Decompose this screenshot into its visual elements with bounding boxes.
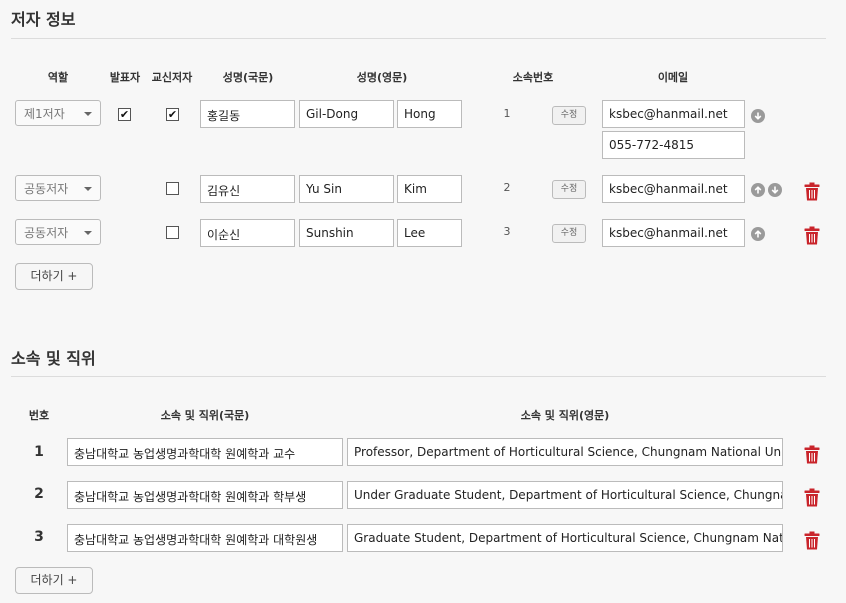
affiliation-kr-input[interactable]: 충남대학교 농업생명과학대학 원예학과 대학원생	[67, 524, 343, 552]
presenter-checkbox[interactable]: ✔	[118, 108, 131, 121]
col-header-presenter: 발표자	[109, 71, 141, 84]
last-name-en-input[interactable]: Lee	[397, 219, 462, 247]
affiliation-number: 2	[503, 181, 511, 194]
email-input[interactable]: ksbec@hanmail.net	[602, 219, 745, 247]
role-select-value: 공동저자	[24, 226, 69, 240]
corresponding-checkbox[interactable]	[166, 226, 179, 239]
name-kr-input[interactable]: 홍길동	[200, 100, 295, 128]
col-header-name-kr: 성명(국문)	[222, 71, 274, 84]
affiliation-section-title: 소속 및 직위	[11, 349, 96, 368]
first-name-en-input[interactable]: Sunshin	[299, 219, 394, 247]
col-header-email: 이메일	[657, 71, 689, 84]
chevron-down-icon	[84, 187, 92, 191]
trash-icon[interactable]	[804, 488, 820, 507]
name-kr-input[interactable]: 이순신	[200, 219, 295, 247]
email-input[interactable]: ksbec@hanmail.net	[602, 175, 745, 203]
divider	[11, 376, 826, 377]
col-header-affiliation-no: 소속번호	[512, 71, 554, 84]
first-name-en-input[interactable]: Yu Sin	[299, 175, 394, 203]
first-name-en-input[interactable]: Gil-Dong	[299, 100, 394, 128]
role-select[interactable]: 공동저자	[15, 175, 101, 201]
chevron-down-icon	[84, 112, 92, 116]
affiliation-en-input[interactable]: Under Graduate Student, Department of Ho…	[347, 481, 783, 509]
last-name-en-input[interactable]: Kim	[397, 175, 462, 203]
role-select-value: 공동저자	[24, 182, 69, 196]
trash-icon[interactable]	[804, 445, 820, 464]
col-header-affiliation-kr: 소속 및 직위(국문)	[160, 409, 250, 422]
affiliation-en-input[interactable]: Professor, Department of Horticultural S…	[347, 438, 783, 466]
phone-input[interactable]: 055-772-4815	[602, 131, 745, 159]
col-header-number: 번호	[28, 409, 50, 422]
affiliation-number: 3	[34, 529, 44, 545]
add-author-button[interactable]: 더하기 +	[15, 263, 93, 290]
affiliation-number: 1	[34, 444, 44, 460]
edit-affiliation-button[interactable]: 수정	[552, 180, 586, 199]
trash-icon[interactable]	[804, 226, 820, 245]
edit-affiliation-button[interactable]: 수정	[552, 106, 586, 125]
chevron-down-icon	[84, 231, 92, 235]
affiliation-kr-input[interactable]: 충남대학교 농업생명과학대학 원예학과 학부생	[67, 481, 343, 509]
name-kr-input[interactable]: 김유신	[200, 175, 295, 203]
divider	[11, 38, 826, 39]
corresponding-checkbox[interactable]	[166, 182, 179, 195]
role-select[interactable]: 제1저자	[15, 100, 101, 126]
affiliation-kr-input[interactable]: 충남대학교 농업생명과학대학 원예학과 교수	[67, 438, 343, 466]
email-input[interactable]: ksbec@hanmail.net	[602, 100, 745, 128]
authors-section-title: 저자 정보	[11, 10, 76, 29]
corresponding-checkbox[interactable]: ✔	[166, 108, 179, 121]
affiliation-number: 2	[34, 486, 44, 502]
arrow-up-circle-icon[interactable]	[751, 227, 765, 241]
arrow-up-circle-icon[interactable]	[751, 183, 765, 197]
arrow-down-circle-icon[interactable]	[751, 109, 765, 123]
role-select-value: 제1저자	[24, 107, 65, 121]
affiliation-number: 3	[503, 225, 511, 238]
arrow-down-circle-icon[interactable]	[768, 183, 782, 197]
trash-icon[interactable]	[804, 531, 820, 550]
edit-affiliation-button[interactable]: 수정	[552, 224, 586, 243]
affiliation-en-input[interactable]: Graduate Student, Department of Horticul…	[347, 524, 783, 552]
col-header-corresponding: 교신저자	[151, 71, 193, 84]
trash-icon[interactable]	[804, 182, 820, 201]
col-header-role: 역할	[47, 71, 69, 84]
affiliation-number: 1	[503, 107, 511, 120]
role-select[interactable]: 공동저자	[15, 219, 101, 245]
col-header-affiliation-en: 소속 및 직위(영문)	[520, 409, 610, 422]
col-header-name-en: 성명(영문)	[356, 71, 408, 84]
add-affiliation-button[interactable]: 더하기 +	[15, 567, 93, 594]
last-name-en-input[interactable]: Hong	[397, 100, 462, 128]
